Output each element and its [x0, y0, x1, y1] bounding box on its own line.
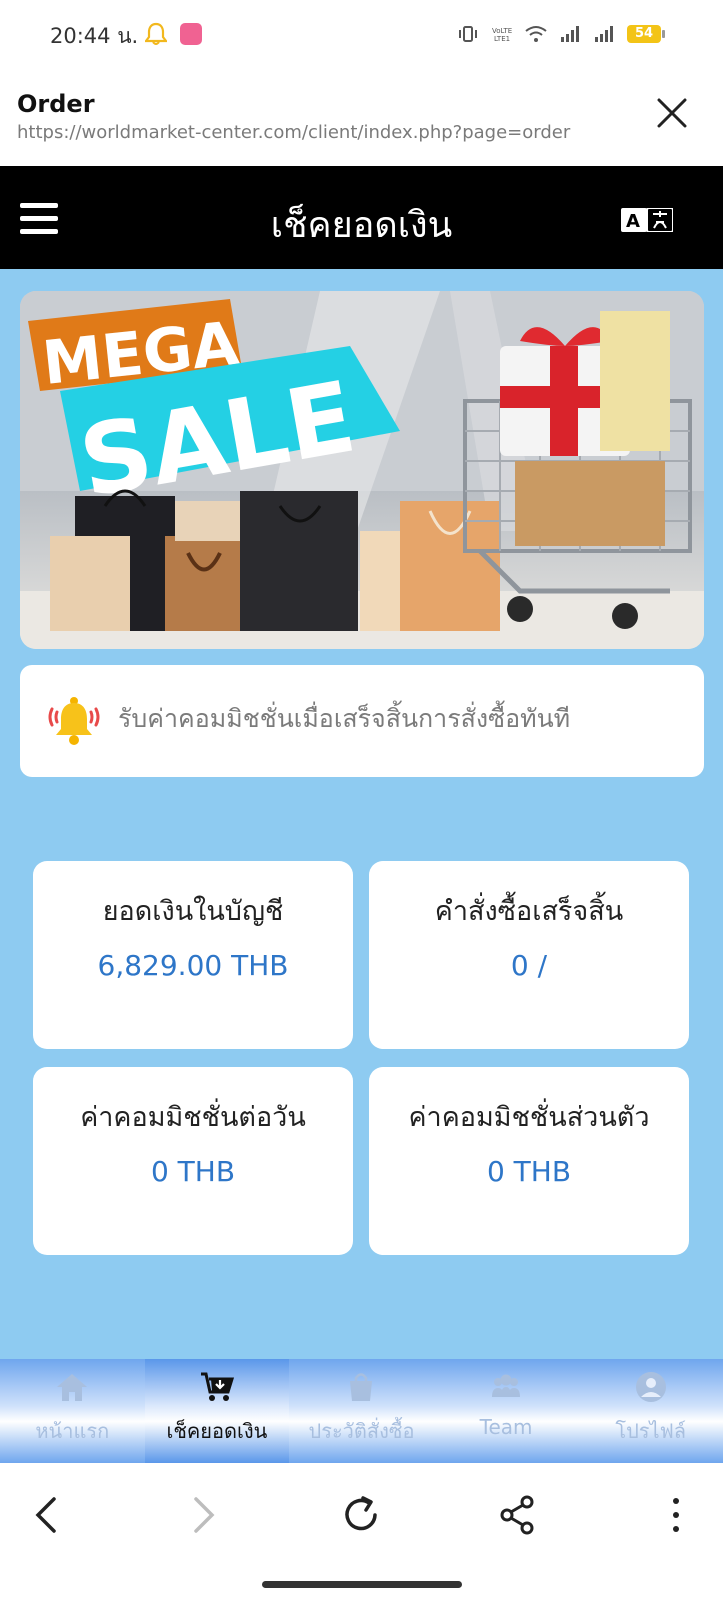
card-value: 0 THB: [150, 1155, 236, 1188]
forward-icon[interactable]: [180, 1493, 224, 1537]
page-title: Order: [17, 90, 95, 118]
nav-label: หน้าแรก: [35, 1419, 110, 1443]
wifi-icon: [525, 26, 547, 42]
status-time: 20:44 น.: [50, 24, 139, 48]
nav-label: โปรไฟล์: [615, 1419, 686, 1443]
alarm-bell-icon: [48, 697, 100, 745]
mega-sale-banner[interactable]: MEGA SALE: [20, 291, 704, 649]
card-label: ค่าคอมมิชชั่นต่อวัน: [80, 1102, 306, 1133]
back-icon[interactable]: [26, 1493, 70, 1537]
signal-icon: [561, 26, 579, 42]
home-icon: [57, 1374, 88, 1401]
nav-profile[interactable]: โปรไฟล์: [578, 1359, 723, 1463]
browser-toolbar: [0, 1463, 723, 1600]
card-value: 6,829.00 THB: [97, 949, 289, 982]
profile-icon: [635, 1372, 666, 1402]
notification-bell-icon: [145, 22, 167, 45]
home-indicator[interactable]: [262, 1581, 462, 1588]
nav-team[interactable]: Team: [434, 1359, 579, 1463]
daily-commission-card: ค่าคอมมิชชั่นต่อวัน 0 THB: [33, 1067, 353, 1255]
card-label: คำสั่งซื้อเสร็จสิ้น: [434, 896, 624, 927]
vibrate-icon: [459, 26, 477, 42]
nav-order-history[interactable]: ประวัติสั่งซื้อ: [289, 1359, 434, 1463]
account-balance-card: ยอดเงินในบัญชี 6,829.00 THB: [33, 861, 353, 1049]
page-url[interactable]: https://worldmarket-center.com/client/in…: [17, 122, 570, 143]
share-icon[interactable]: [496, 1493, 540, 1537]
nav-label: ประวัติสั่งซื้อ: [308, 1419, 415, 1443]
more-options-icon[interactable]: [654, 1493, 698, 1537]
app-notification-icon: [180, 23, 202, 45]
personal-commission-card: ค่าคอมมิชชั่นส่วนตัว 0 THB: [369, 1067, 689, 1255]
banner-illustration: MEGA SALE: [20, 291, 704, 649]
volte-icon: VoLTELTE1: [492, 27, 512, 43]
signal-icon-2: [595, 26, 613, 42]
nav-check-balance[interactable]: เช็คยอดเงิน: [144, 1359, 290, 1463]
card-value: 0 THB: [486, 1155, 572, 1188]
completed-orders-card: คำสั่งซื้อเสร็จสิ้น 0 /: [369, 861, 689, 1049]
battery-indicator: 54: [627, 25, 665, 43]
svg-text:A: A: [626, 211, 640, 232]
nav-label: Team: [479, 1415, 533, 1439]
svg-text:LTE1: LTE1: [494, 35, 510, 43]
notice-text: รับค่าคอมมิชชั่นเมื่อเสร็จสิ้นการสั่งซื้…: [118, 704, 571, 733]
nav-label: เช็คยอดเงิน: [166, 1419, 268, 1443]
cart-icon: [200, 1372, 234, 1401]
close-icon[interactable]: [655, 96, 689, 130]
status-bar: 20:44 น. VoLTE LTE1 54: [0, 0, 723, 68]
team-icon: [492, 1374, 521, 1397]
app-title: เช็คยอดเงิน: [270, 205, 453, 246]
card-label: ค่าคอมมิชชั่นส่วนตัว: [408, 1102, 650, 1133]
shopping-bag-icon: [350, 1373, 373, 1401]
main-content: MEGA SALE รับค่าคอมมิชชั่นเมื่อเสร็จสิ้น…: [0, 269, 723, 1359]
card-value: 0 /: [510, 949, 548, 982]
commission-notice: รับค่าคอมมิชชั่นเมื่อเสร็จสิ้นการสั่งซื้…: [20, 665, 704, 777]
card-label: ยอดเงินในบัญชี: [102, 896, 284, 927]
reload-icon[interactable]: [339, 1493, 383, 1537]
bottom-navigation: หน้าแรก เช็คยอดเงิน ประวัติสั่งซื้อ Team: [0, 1359, 723, 1463]
app-header: เช็คยอดเงิน A: [0, 166, 723, 269]
nav-home[interactable]: หน้าแรก: [0, 1359, 145, 1463]
translate-icon[interactable]: A: [621, 208, 673, 232]
svg-text:VoLTE: VoLTE: [492, 27, 512, 35]
custom-tab-header: Order https://worldmarket-center.com/cli…: [0, 68, 723, 166]
